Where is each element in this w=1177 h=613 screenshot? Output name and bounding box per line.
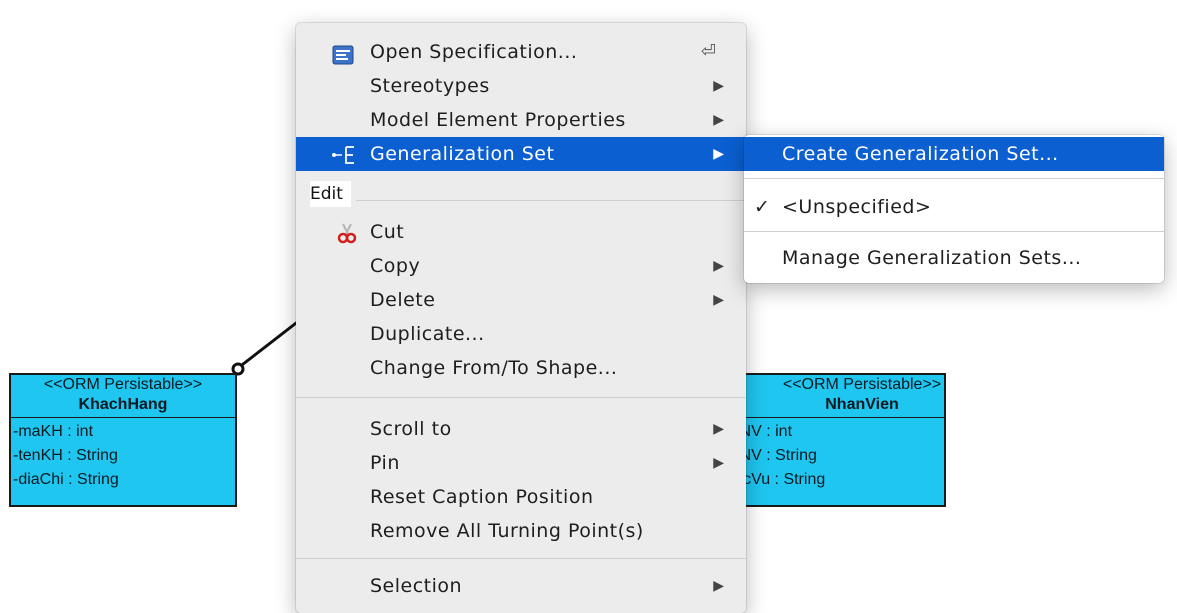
menu-item-reset-caption-position[interactable]: Reset Caption Position [296,480,746,514]
submenu-arrow-icon: ▶ [713,578,724,594]
menu-item-label: Selection [370,575,463,597]
menu-separator [744,231,1164,232]
submenu-arrow-icon: ▶ [713,455,724,471]
class-khachhang[interactable]: <<ORM Persistable>> KhachHang -maKH : in… [9,373,237,507]
menu-item-selection[interactable]: Selection ▶ [296,569,746,603]
return-key-icon: ⏎ [700,41,716,62]
class-attribute: -maNV : int [712,423,793,440]
menu-item-label: Stereotypes [370,75,490,97]
menu-separator [296,397,746,398]
submenu-arrow-icon: ▶ [713,146,724,162]
menu-item-open-specification[interactable]: Open Specification... ⏎ [296,35,746,69]
generalization-set-submenu: Create Generalization Set... ✓ <Unspecif… [744,135,1164,283]
menu-item-label: Scroll to [370,418,452,440]
class-attribute: -tenKH : String [13,447,118,464]
menu-item-change-from-to-shape[interactable]: Change From/To Shape... [296,351,746,385]
context-menu: Open Specification... ⏎ Stereotypes ▶ Mo… [296,23,746,613]
menu-item-stereotypes[interactable]: Stereotypes ▶ [296,69,746,103]
menu-item-generalization-set[interactable]: Generalization Set ▶ [296,137,746,171]
menu-item-label: Cut [370,221,405,243]
menu-item-label: Create Generalization Set... [782,143,1059,165]
menu-item-copy[interactable]: Copy ▶ [296,249,746,283]
class-stereotype: <<ORM Persistable>> [43,376,203,393]
menu-item-label: Generalization Set [370,143,555,165]
menu-item-label: Open Specification... [370,41,578,63]
menu-item-scroll-to[interactable]: Scroll to ▶ [296,412,746,446]
menu-separator [356,200,746,201]
menu-separator [744,178,1164,179]
submenu-arrow-icon: ▶ [713,78,724,94]
menu-item-model-element-properties[interactable]: Model Element Properties ▶ [296,103,746,137]
menu-item-create-generalization-set[interactable]: Create Generalization Set... [744,137,1164,171]
menu-item-label: Manage Generalization Sets... [782,247,1082,269]
menu-item-label: Copy [370,255,421,277]
menu-separator [296,558,746,559]
menu-item-unspecified[interactable]: ✓ <Unspecified> [744,190,1164,224]
menu-item-label: Duplicate... [370,323,485,345]
menu-item-delete[interactable]: Delete ▶ [296,283,746,317]
submenu-arrow-icon: ▶ [713,421,724,437]
menu-item-label: Reset Caption Position [370,486,594,508]
menu-item-cut[interactable]: Cut [296,215,746,249]
menu-item-manage-generalization-sets[interactable]: Manage Generalization Sets... [744,241,1164,275]
class-attribute: -chucVu : String [712,471,826,488]
specification-icon [332,42,354,65]
menu-item-duplicate[interactable]: Duplicate... [296,317,746,351]
class-attribute: -diaChi : String [13,471,119,488]
menu-item-label: Delete [370,289,436,311]
association-line[interactable] [237,318,301,370]
class-attribute: -maKH : int [13,423,94,440]
checkmark-icon: ✓ [754,196,770,218]
class-name: KhachHang [11,395,235,418]
generalization-set-icon [330,143,354,164]
submenu-arrow-icon: ▶ [713,292,724,308]
submenu-arrow-icon: ▶ [713,112,724,128]
menu-item-label: Model Element Properties [370,109,626,131]
submenu-arrow-icon: ▶ [713,258,724,274]
menu-item-label: Pin [370,452,400,474]
section-title-edit: Edit [310,181,351,207]
menu-item-pin[interactable]: Pin ▶ [296,446,746,480]
menu-item-label: Change From/To Shape... [370,357,618,379]
menu-item-label: <Unspecified> [782,196,932,218]
scissors-icon [336,221,358,244]
menu-item-label: Remove All Turning Point(s) [370,520,644,542]
class-attribute: -tenNV : String [712,447,817,464]
menu-item-remove-all-turning-points[interactable]: Remove All Turning Point(s) [296,514,746,548]
